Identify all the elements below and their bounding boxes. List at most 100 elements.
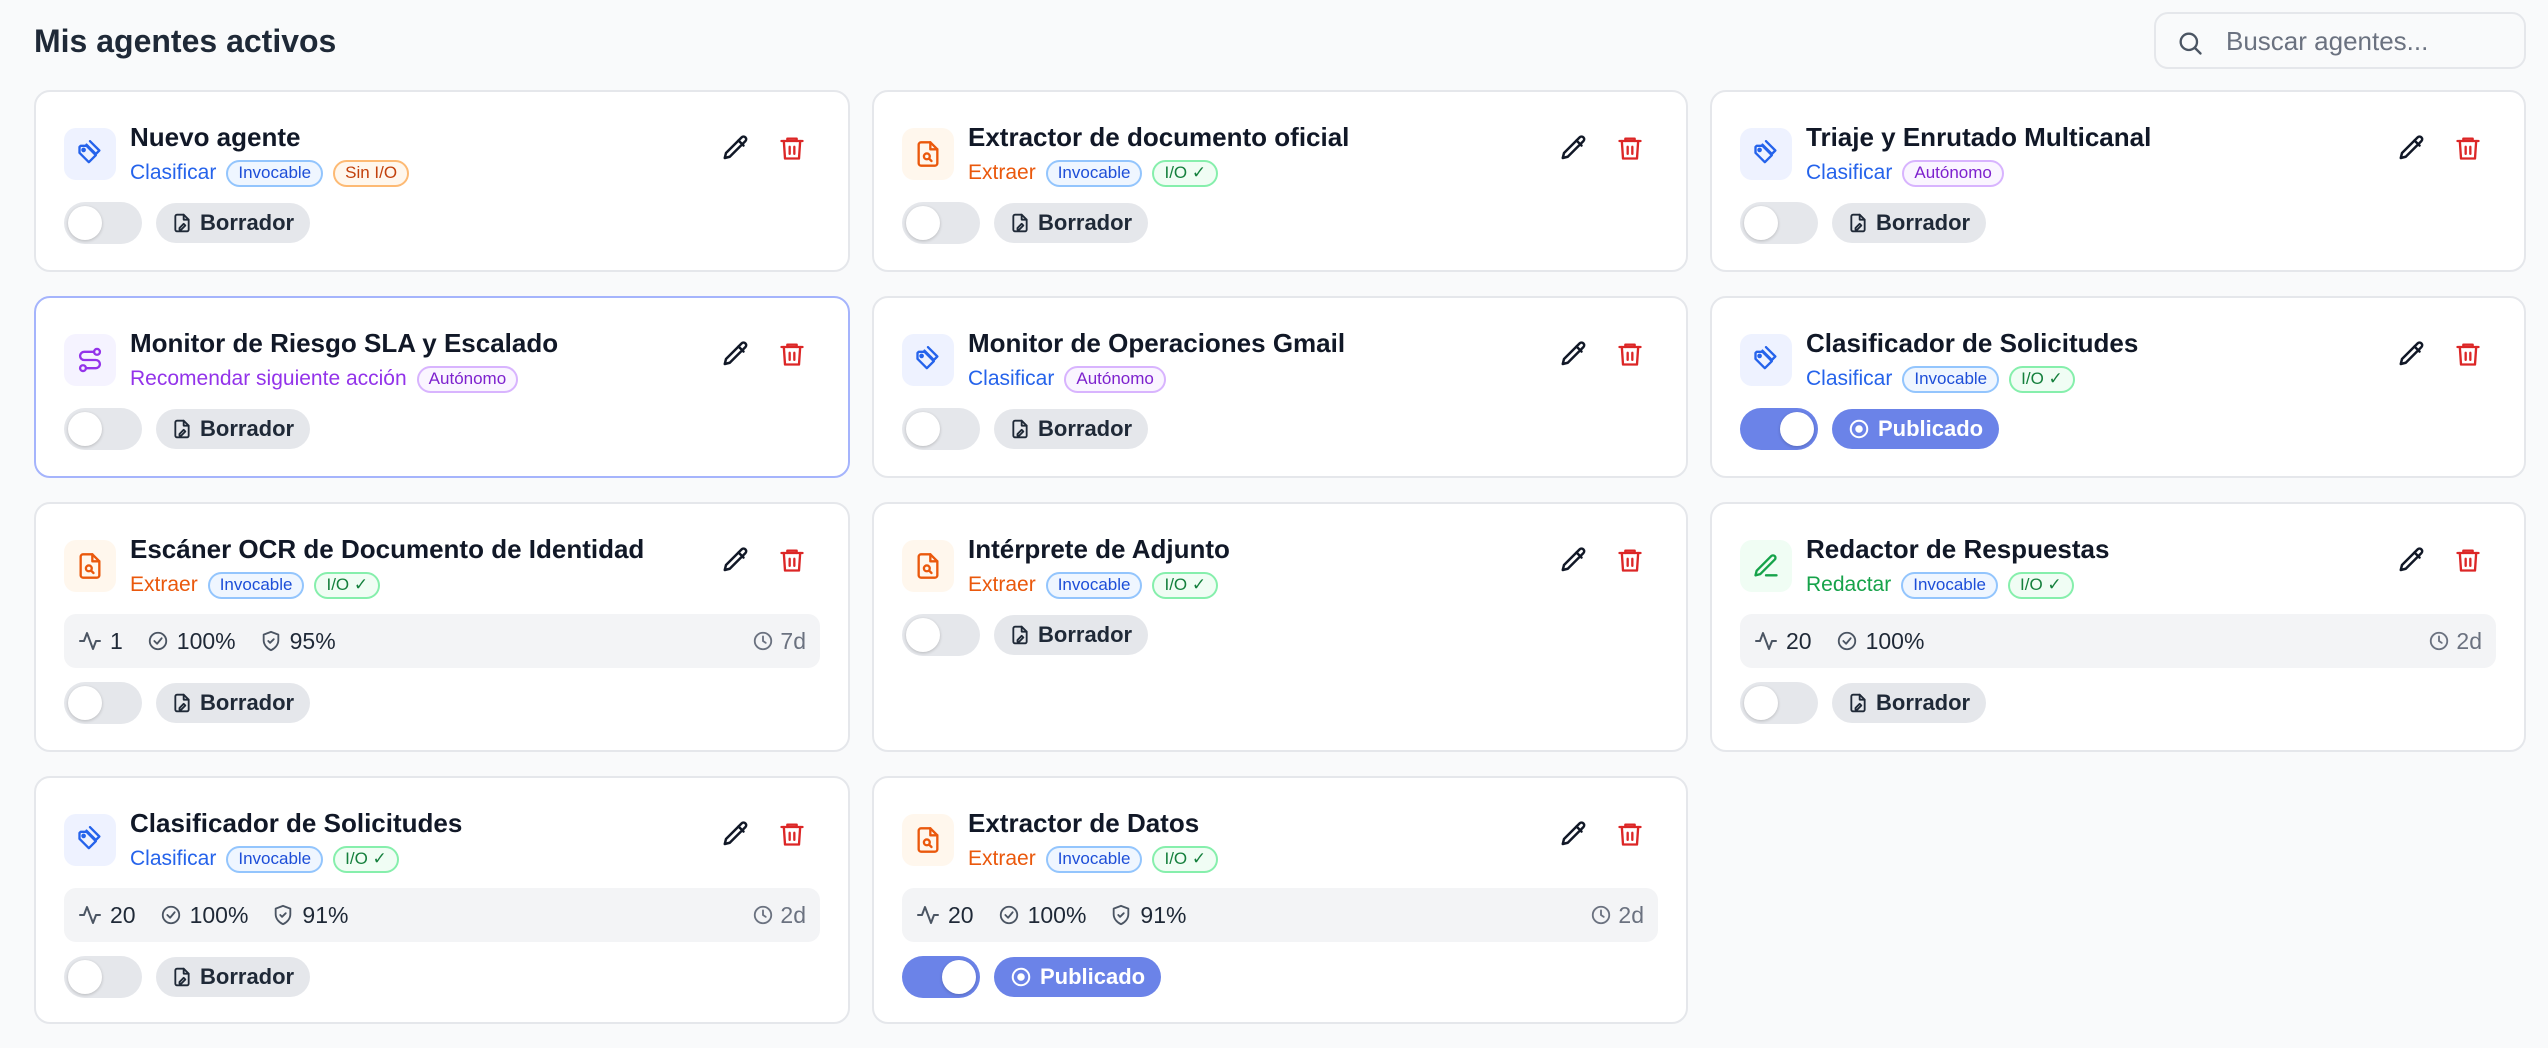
edit-button[interactable]	[718, 130, 754, 166]
pencil-icon	[723, 135, 748, 160]
enable-toggle[interactable]	[902, 956, 980, 998]
agent-card[interactable]: Extractor de documento oficial Extraer I…	[872, 90, 1688, 272]
edit-button[interactable]	[1556, 130, 1592, 166]
activity-icon	[79, 906, 101, 924]
enable-toggle[interactable]	[64, 408, 142, 450]
badge: I/O ✓	[1152, 845, 1219, 873]
shield-check-icon	[262, 630, 279, 652]
tag-icon	[64, 128, 116, 180]
enable-toggle[interactable]	[902, 408, 980, 450]
draft-file-icon	[174, 693, 190, 713]
toggle-knob	[68, 686, 102, 720]
delete-button[interactable]	[774, 336, 810, 372]
edit-button[interactable]	[1556, 336, 1592, 372]
edit-button[interactable]	[2394, 336, 2430, 372]
pencil-icon	[723, 547, 748, 572]
age-stat: 7d	[752, 628, 806, 655]
agent-card[interactable]: Monitor de Riesgo SLA y Escalado Recomen…	[34, 296, 850, 478]
agent-meta: Recomendar siguiente acción Autónomo	[130, 364, 528, 394]
delete-button[interactable]	[774, 542, 810, 578]
runs-stat: 20	[1754, 628, 1812, 655]
agent-meta: Extraer Invocable I/O ✓	[968, 570, 1228, 600]
agent-card[interactable]: Clasificador de Solicitudes Clasificar I…	[34, 776, 850, 1024]
agent-card[interactable]: Redactor de Respuestas Redactar Invocabl…	[1710, 502, 2526, 752]
pencil-icon	[723, 821, 748, 846]
pencil-icon	[1561, 821, 1586, 846]
agent-name: Monitor de Riesgo SLA y Escalado	[130, 328, 559, 358]
toggle-knob	[906, 206, 940, 240]
delete-button[interactable]	[1612, 542, 1648, 578]
badge: Sin I/O	[333, 159, 410, 187]
agent-card[interactable]: Extractor de Datos Extraer Invocable I/O …	[872, 776, 1688, 1024]
agent-card[interactable]: Monitor de Operaciones Gmail Clasificar …	[872, 296, 1688, 478]
badge: I/O ✓	[1152, 159, 1219, 187]
badge: I/O ✓	[2008, 571, 2074, 599]
search-box[interactable]	[2154, 12, 2526, 69]
delete-button[interactable]	[2450, 336, 2486, 372]
trash-icon	[1618, 823, 1642, 846]
agent-card[interactable]: Nuevo agente Clasificar Invocable Sin I/O…	[34, 90, 850, 272]
agent-meta: Extraer Invocable I/O ✓	[130, 570, 390, 600]
delete-button[interactable]	[1612, 130, 1648, 166]
draft-file-icon	[1850, 213, 1866, 233]
badge: Invocable	[207, 571, 305, 599]
agent-type: Clasificar	[1806, 161, 1893, 184]
pencil-line-icon	[1740, 540, 1792, 592]
status-badge: Borrador	[994, 615, 1149, 655]
delete-button[interactable]	[774, 130, 810, 166]
toggle-knob	[68, 412, 102, 446]
stats-bar: 20 100% 91% 2d	[64, 888, 820, 942]
draft-file-icon	[1012, 419, 1028, 439]
status-badge: Borrador	[156, 409, 311, 449]
edit-button[interactable]	[2394, 130, 2430, 166]
badge: Invocable	[226, 159, 324, 187]
status-badge: Publicado	[994, 957, 1162, 997]
enable-toggle[interactable]	[902, 202, 980, 244]
delete-button[interactable]	[1612, 816, 1648, 852]
enable-toggle[interactable]	[1740, 408, 1818, 450]
check-circle-icon	[999, 905, 1018, 925]
search-icon	[2179, 32, 2202, 55]
enable-toggle[interactable]	[1740, 682, 1818, 724]
enable-toggle[interactable]	[902, 614, 980, 656]
check-circle-icon	[1837, 631, 1856, 651]
badge: Autónomo	[1064, 365, 1166, 393]
badge: Invocable	[1045, 845, 1143, 873]
agent-name: Extractor de documento oficial	[968, 122, 1350, 152]
edit-button[interactable]	[1556, 542, 1592, 578]
edit-button[interactable]	[718, 816, 754, 852]
enable-toggle[interactable]	[64, 682, 142, 724]
stats-bar: 20 100% 2d	[1740, 614, 2496, 668]
agent-card[interactable]: Intérprete de Adjunto Extraer Invocable I…	[872, 502, 1688, 752]
delete-button[interactable]	[1612, 336, 1648, 372]
agent-card[interactable]: Escáner OCR de Documento de Identidad Ex…	[34, 502, 850, 752]
delete-button[interactable]	[2450, 130, 2486, 166]
accuracy-stat: 91%	[272, 902, 348, 929]
agent-type: Clasificar	[1806, 367, 1893, 390]
toggle-knob	[68, 206, 102, 240]
toggle-knob	[1780, 412, 1814, 446]
status-badge: Borrador	[1832, 683, 1987, 723]
edit-button[interactable]	[1556, 816, 1592, 852]
trash-icon	[780, 137, 804, 160]
edit-button[interactable]	[2394, 542, 2430, 578]
enable-toggle[interactable]	[64, 202, 142, 244]
status-badge: Publicado	[1832, 409, 2000, 449]
check-circle-icon	[161, 905, 180, 925]
enable-toggle[interactable]	[1740, 202, 1818, 244]
badge: I/O ✓	[333, 845, 399, 873]
tag-icon	[902, 334, 954, 386]
agent-card[interactable]: Triaje y Enrutado Multicanal Clasificar …	[1710, 90, 2526, 272]
search-input[interactable]	[2226, 24, 2516, 58]
agent-card[interactable]: Clasificador de Solicitudes Clasificar I…	[1710, 296, 2526, 478]
edit-button[interactable]	[718, 542, 754, 578]
page-title: Mis agentes activos	[34, 23, 337, 59]
delete-button[interactable]	[774, 816, 810, 852]
enable-toggle[interactable]	[64, 956, 142, 998]
accuracy-stat: 91%	[1110, 902, 1186, 929]
trash-icon	[2456, 343, 2480, 366]
edit-button[interactable]	[718, 336, 754, 372]
agent-name: Redactor de Respuestas	[1806, 534, 2110, 564]
delete-button[interactable]	[2450, 542, 2486, 578]
success-stat: 100%	[147, 628, 236, 655]
